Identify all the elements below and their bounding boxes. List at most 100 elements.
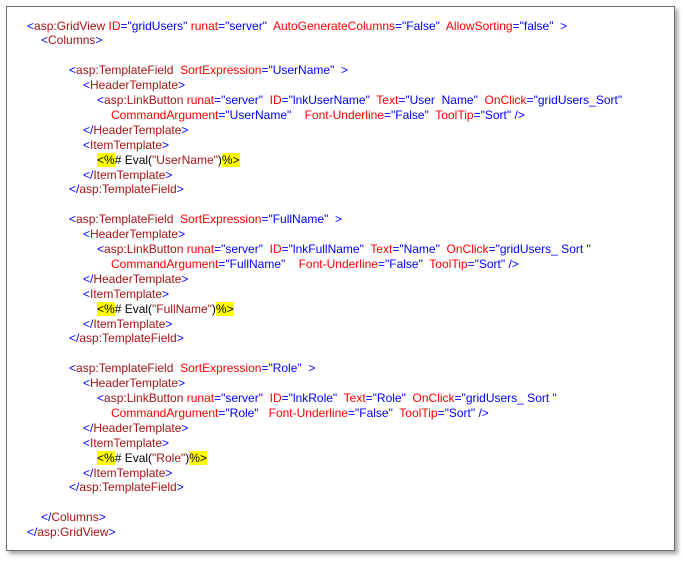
code-token: Columns: [51, 510, 99, 525]
code-token: >: [98, 510, 106, 525]
code-token: SortExpression: [173, 212, 262, 227]
code-line: <ItemTemplate>: [83, 287, 169, 302]
code-token: <: [69, 63, 77, 78]
code-token: ID: [105, 18, 121, 33]
code-token: ="UserName": [218, 107, 292, 122]
code-token: >: [181, 122, 189, 137]
code-token: runat: [183, 242, 215, 256]
code-token: asp:GridView: [37, 525, 109, 540]
code-token: </: [83, 465, 94, 480]
code-token: >: [181, 420, 189, 435]
code-token: >: [328, 212, 343, 227]
code-token: asp:LinkButton: [104, 242, 184, 256]
code-token: />: [505, 256, 519, 271]
code-token: OnClick: [477, 93, 527, 107]
code-token: </: [83, 167, 94, 182]
code-line: </Columns>: [41, 510, 106, 525]
code-token: >: [95, 33, 103, 48]
code-token: SortExpression: [173, 63, 262, 78]
code-token: Text: [363, 242, 393, 256]
highlighted-delimiter: <%: [97, 450, 115, 465]
code-token: ="gridUsers_Sort": [526, 93, 623, 107]
code-token: # Eval(: [114, 301, 153, 316]
code-token: ="Role": [365, 391, 406, 405]
code-token: ="Name": [392, 242, 440, 256]
code-token: ID: [262, 242, 282, 256]
code-token: ="Role": [261, 361, 302, 376]
code-token: </: [83, 316, 94, 331]
code-token: ="lnkFullName": [281, 242, 364, 256]
code-line: </asp:TemplateField>: [69, 480, 184, 495]
code-token: ToolTip: [392, 405, 438, 420]
code-token: ToolTip: [428, 107, 474, 122]
code-token: Text: [337, 391, 366, 405]
code-line: <asp:LinkButton runat="server" ID="lnkFu…: [97, 242, 591, 257]
code-token: HeaderTemplate: [93, 271, 182, 286]
code-token: ="false": [512, 18, 554, 33]
code-line: <HeaderTemplate>: [83, 78, 185, 93]
code-line: </ItemTemplate>: [83, 168, 172, 183]
code-token: # Eval(: [114, 152, 153, 167]
code-token: HeaderTemplate: [90, 376, 179, 391]
code-token: >: [108, 525, 116, 540]
code-token: <: [41, 33, 49, 48]
code-token: CommandArgument: [111, 107, 219, 122]
code-token: HeaderTemplate: [93, 420, 182, 435]
code-token: ="UserName": [261, 63, 335, 78]
code-token: ItemTemplate: [90, 286, 163, 301]
code-token: ="server": [214, 242, 263, 256]
code-line: <ItemTemplate>: [83, 436, 169, 451]
code-token: <: [69, 212, 77, 227]
code-token: Font-Underline: [291, 107, 384, 122]
code-token: asp:TemplateField: [79, 331, 177, 346]
code-token: asp:TemplateField: [76, 361, 174, 376]
code-token: ItemTemplate: [93, 465, 166, 480]
code-token: SortExpression: [173, 361, 262, 376]
code-token: ="server": [214, 93, 263, 107]
highlighted-delimiter: <%: [97, 301, 115, 316]
code-token: ID: [262, 391, 282, 405]
code-token: AllowSorting: [439, 18, 513, 33]
code-token: HeaderTemplate: [93, 122, 182, 137]
code-token: ItemTemplate: [93, 316, 166, 331]
code-token: <: [83, 78, 91, 93]
code-token: "UserName": [152, 152, 218, 167]
code-line: CommandArgument="UserName" Font-Underlin…: [111, 108, 525, 123]
code-token: asp:GridView: [34, 18, 106, 33]
code-line: CommandArgument="FullName" Font-Underlin…: [111, 257, 519, 272]
code-token: HeaderTemplate: [90, 78, 179, 93]
code-token: <: [69, 361, 77, 376]
code-line: </asp:GridView>: [27, 525, 116, 540]
code-line: <ItemTemplate>: [83, 138, 169, 153]
code-token: ID: [262, 93, 282, 107]
code-token: </: [69, 480, 80, 495]
code-token: OnClick: [439, 242, 489, 256]
code-token: </: [69, 182, 80, 197]
code-token: >: [165, 316, 173, 331]
code-token: <: [97, 242, 105, 256]
highlighted-delimiter: %>: [221, 152, 240, 167]
code-token: ="server": [214, 391, 263, 405]
code-token: </: [27, 525, 38, 540]
code-token: ="FullName": [261, 212, 329, 227]
code-token: >: [553, 18, 568, 33]
code-token: ToolTip: [422, 256, 468, 271]
code-line: <asp:LinkButton runat="server" ID="lnkRo…: [97, 391, 557, 406]
code-token: ="False": [383, 107, 429, 122]
code-token: <: [83, 286, 91, 301]
code-token: />: [475, 405, 489, 420]
code-token: ="server": [218, 18, 267, 33]
code-line: </ItemTemplate>: [83, 317, 172, 332]
highlighted-delimiter: <%: [97, 152, 115, 167]
highlighted-delimiter: %>: [189, 450, 207, 465]
code-token: ItemTemplate: [93, 167, 166, 182]
code-line: </asp:TemplateField>: [69, 182, 184, 197]
code-token: >: [165, 167, 173, 182]
code-line: <asp:LinkButton runat="server" ID="lnkUs…: [97, 93, 622, 108]
code-token: >: [162, 137, 170, 152]
code-line: </asp:TemplateField>: [69, 331, 184, 346]
code-token: asp:TemplateField: [76, 212, 174, 227]
code-line: <asp:TemplateField SortExpression="FullN…: [69, 212, 342, 227]
code-token: asp:TemplateField: [79, 480, 177, 495]
code-line: <asp:TemplateField SortExpression="UserN…: [69, 63, 348, 78]
